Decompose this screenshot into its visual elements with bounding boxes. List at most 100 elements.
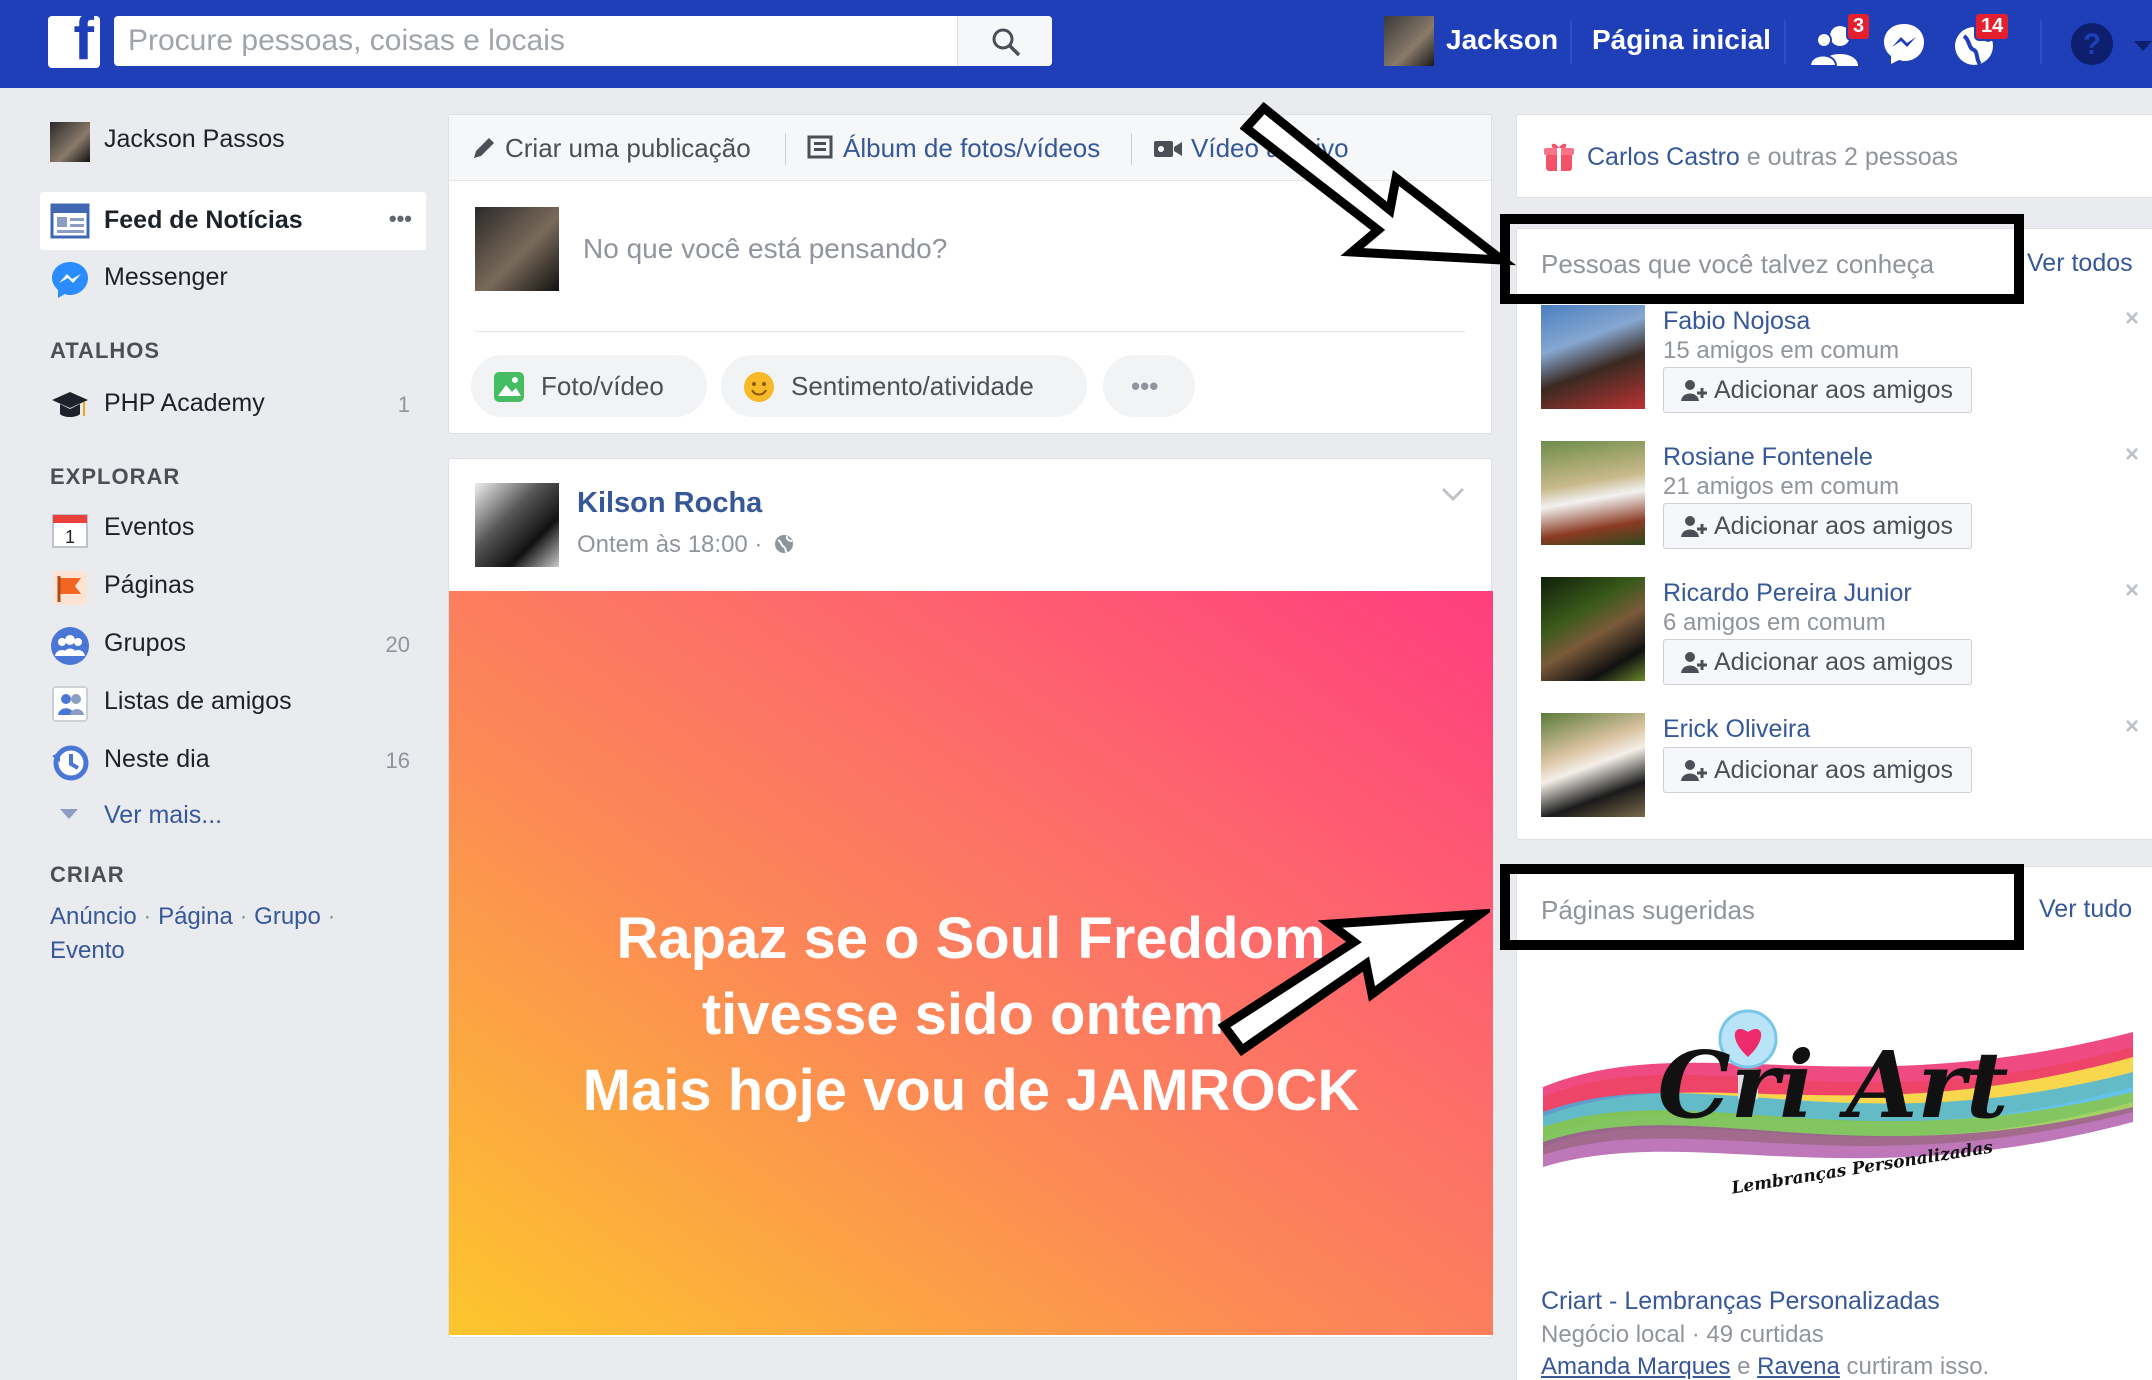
criart-page-logo[interactable]: Cri Art Lembranças Personalizadas: [1543, 977, 2133, 1217]
shortcuts-heading: ATALHOS: [50, 338, 161, 363]
dismiss-suggestion-button[interactable]: ×: [2125, 713, 2139, 741]
photo-video-button[interactable]: Foto/vídeo: [471, 355, 707, 417]
post-options-button[interactable]: [1441, 487, 1465, 506]
search-button[interactable]: [957, 16, 1052, 66]
public-globe-icon: [775, 535, 794, 554]
sidebar-profile[interactable]: Jackson Passos: [48, 114, 424, 166]
tab-photo-album[interactable]: Álbum de fotos/vídeos: [807, 133, 1100, 164]
composer-more-button[interactable]: •••: [1103, 355, 1195, 417]
add-friend-icon: [1681, 516, 1707, 537]
criart-logo-text: Cri Art: [1657, 1031, 2008, 1139]
caret-down-icon: [2134, 41, 2152, 51]
messenger-icon: [1884, 24, 1924, 64]
liker-link[interactable]: Ravena: [1757, 1353, 1840, 1380]
suggested-page-name[interactable]: Criart - Lembranças Personalizadas: [1541, 1287, 1940, 1316]
dismiss-suggestion-button[interactable]: ×: [2125, 305, 2139, 333]
person-name[interactable]: Ricardo Pereira Junior: [1663, 579, 1912, 608]
likers-rest: curtiram isso.: [1839, 1353, 1990, 1380]
friend-list-icon: [50, 684, 90, 724]
add-friend-button[interactable]: Adicionar aos amigos: [1663, 747, 1973, 793]
notifications-button[interactable]: 14: [1950, 12, 2011, 68]
pymk-person: Erick Oliveira Adicionar aos amigos ×: [1541, 713, 2141, 823]
pymk-person: Ricardo Pereira Junior 6 amigos em comum…: [1541, 577, 2141, 687]
sidebar-item-pages[interactable]: Páginas: [48, 560, 424, 612]
facebook-logo-letter: f: [73, 4, 94, 73]
person-photo[interactable]: [1541, 713, 1645, 817]
composer-input[interactable]: No que você está pensando?: [583, 233, 947, 265]
sidebar-item-php-academy[interactable]: PHP Academy 1: [48, 378, 424, 430]
create-ad-link[interactable]: Anúncio: [50, 903, 137, 930]
sidebar-item-news-feed[interactable]: Feed de Notícias •••: [40, 192, 426, 250]
create-page-link[interactable]: Página: [158, 903, 233, 930]
post-timestamp[interactable]: Ontem às 18:00 ·: [577, 531, 795, 559]
pymk-person: Fabio Nojosa 15 amigos em comum Adiciona…: [1541, 305, 2141, 415]
post-time-text: Ontem às 18:00 ·: [577, 531, 763, 558]
birthday-rest: e outras 2 pessoas: [1739, 143, 1959, 171]
graduation-cap-icon: [50, 386, 90, 426]
help-button[interactable]: ?: [2068, 20, 2122, 68]
person-name[interactable]: Erick Oliveira: [1663, 715, 1810, 744]
post-author-name[interactable]: Kilson Rocha: [577, 487, 762, 520]
person-photo[interactable]: [1541, 305, 1645, 409]
add-friend-button[interactable]: Adicionar aos amigos: [1663, 503, 1973, 549]
sidebar-item-label: Eventos: [104, 513, 195, 541]
sidebar-item-count: 1: [397, 392, 410, 417]
sidebar-item-label: Grupos: [104, 629, 186, 657]
messenger-icon: [50, 260, 90, 300]
mutual-friends[interactable]: 6 amigos em comum: [1663, 609, 1886, 637]
facebook-logo[interactable]: f: [48, 4, 100, 73]
friend-requests-button[interactable]: 3: [1808, 12, 1872, 68]
sidebar-profile-name: Jackson Passos: [104, 125, 285, 153]
sidebar-item-events[interactable]: 1 Eventos: [48, 502, 424, 554]
add-friend-label: Adicionar aos amigos: [1714, 512, 1954, 540]
post-author-avatar[interactable]: [475, 483, 559, 567]
sidebar-item-messenger[interactable]: Messenger: [48, 252, 424, 304]
sidebar-item-on-this-day[interactable]: Neste dia 16: [48, 734, 424, 786]
add-friend-button[interactable]: Adicionar aos amigos: [1663, 367, 1973, 413]
top-profile-name[interactable]: Jackson: [1446, 24, 1558, 56]
pages-see-all-link[interactable]: Ver tudo: [2039, 895, 2132, 924]
feed-options-button[interactable]: •••: [389, 206, 412, 232]
groups-icon: [50, 626, 90, 666]
tab-create-post[interactable]: Criar uma publicação: [471, 133, 751, 164]
sidebar-item-groups[interactable]: Grupos 20: [48, 618, 424, 670]
sidebar-item-label: Neste dia: [104, 745, 210, 773]
top-profile-avatar[interactable]: [1384, 16, 1434, 66]
liker-link[interactable]: Amanda Marques: [1541, 1353, 1730, 1380]
add-friend-label: Adicionar aos amigos: [1714, 648, 1954, 676]
smiley-icon: [744, 372, 774, 402]
birthday-text[interactable]: Carlos Castro e outras 2 pessoas: [1587, 143, 1958, 172]
account-menu-button[interactable]: [2134, 40, 2152, 58]
friend-requests-badge: 3: [1846, 12, 1872, 41]
person-name[interactable]: Fabio Nojosa: [1663, 307, 1810, 336]
dismiss-suggestion-button[interactable]: ×: [2125, 441, 2139, 469]
top-divider: [1570, 20, 1572, 64]
feeling-activity-button[interactable]: Sentimento/atividade: [721, 355, 1087, 417]
pymk-see-all-link[interactable]: Ver todos: [2027, 249, 2133, 278]
person-photo[interactable]: [1541, 577, 1645, 681]
person-name[interactable]: Rosiane Fontenele: [1663, 443, 1873, 472]
messenger-button[interactable]: [1880, 20, 1934, 68]
photo-icon: [494, 372, 524, 402]
video-camera-icon: [1154, 141, 1182, 157]
suggested-page-likers: Amanda Marques e Ravena curtiram isso.: [1541, 1353, 1989, 1380]
add-friend-label: Adicionar aos amigos: [1714, 376, 1954, 404]
mutual-friends[interactable]: 21 amigos em comum: [1663, 473, 1899, 501]
birthday-name[interactable]: Carlos Castro: [1587, 143, 1740, 171]
search-input[interactable]: [128, 24, 948, 58]
see-more-link: Ver mais...: [104, 801, 223, 829]
add-friend-button[interactable]: Adicionar aos amigos: [1663, 639, 1973, 685]
link-separator: ·: [239, 903, 248, 930]
svg-text:1: 1: [65, 527, 75, 547]
create-group-link[interactable]: Grupo: [254, 903, 321, 930]
more-dots-icon: •••: [1131, 371, 1159, 401]
dismiss-suggestion-button[interactable]: ×: [2125, 577, 2139, 605]
mutual-friends[interactable]: 15 amigos em comum: [1663, 337, 1899, 365]
create-event-link[interactable]: Evento: [50, 937, 125, 964]
add-friend-label: Adicionar aos amigos: [1714, 756, 1954, 784]
person-photo[interactable]: [1541, 441, 1645, 545]
home-link[interactable]: Página inicial: [1592, 24, 1771, 56]
sidebar-item-count: 20: [385, 632, 410, 657]
sidebar-see-more[interactable]: Ver mais...: [48, 790, 424, 842]
sidebar-item-friend-lists[interactable]: Listas de amigos: [48, 676, 424, 728]
